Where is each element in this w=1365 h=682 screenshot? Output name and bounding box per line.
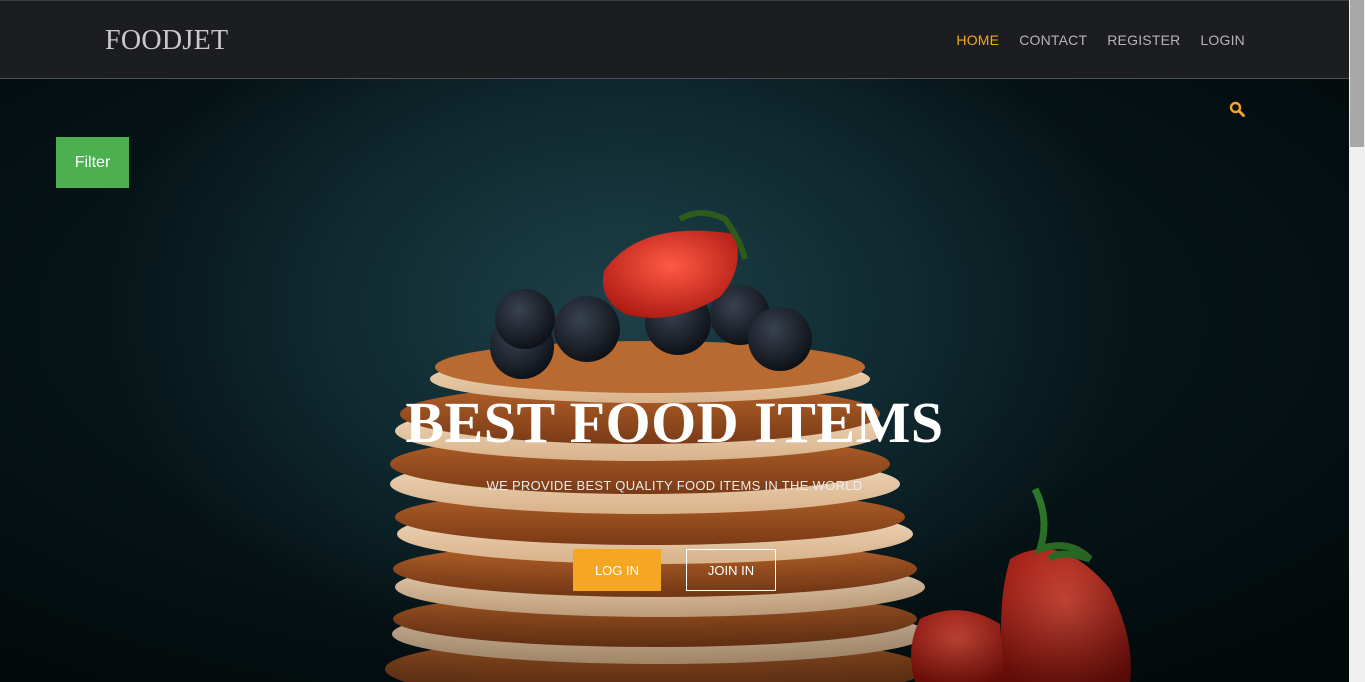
main-nav: HOME CONTACT REGISTER LOGIN [956,32,1245,48]
hero-title: BEST FOOD ITEMS [405,390,944,455]
search-icon[interactable] [1229,101,1245,117]
nav-home-link[interactable]: HOME [956,32,999,48]
brand-logo[interactable]: FOODJET [105,25,228,57]
login-button[interactable]: LOG IN [573,549,661,591]
join-button[interactable]: JOIN IN [686,549,776,591]
hero-banner: Filter BEST FOOD ITEMS WE PROVIDE BEST Q… [0,79,1349,682]
nav-login-link[interactable]: LOGIN [1200,32,1245,48]
pancake-hero-image [0,79,1349,682]
nav-register-link[interactable]: REGISTER [1107,32,1180,48]
page-scrollbar[interactable] [1349,0,1365,682]
top-navbar: FOODJET HOME CONTACT REGISTER LOGIN [0,0,1349,79]
hero-subtitle: WE PROVIDE BEST QUALITY FOOD ITEMS IN TH… [486,478,863,493]
nav-contact-link[interactable]: CONTACT [1019,32,1087,48]
filter-button[interactable]: Filter [56,137,129,188]
scroll-thumb[interactable] [1350,0,1364,147]
